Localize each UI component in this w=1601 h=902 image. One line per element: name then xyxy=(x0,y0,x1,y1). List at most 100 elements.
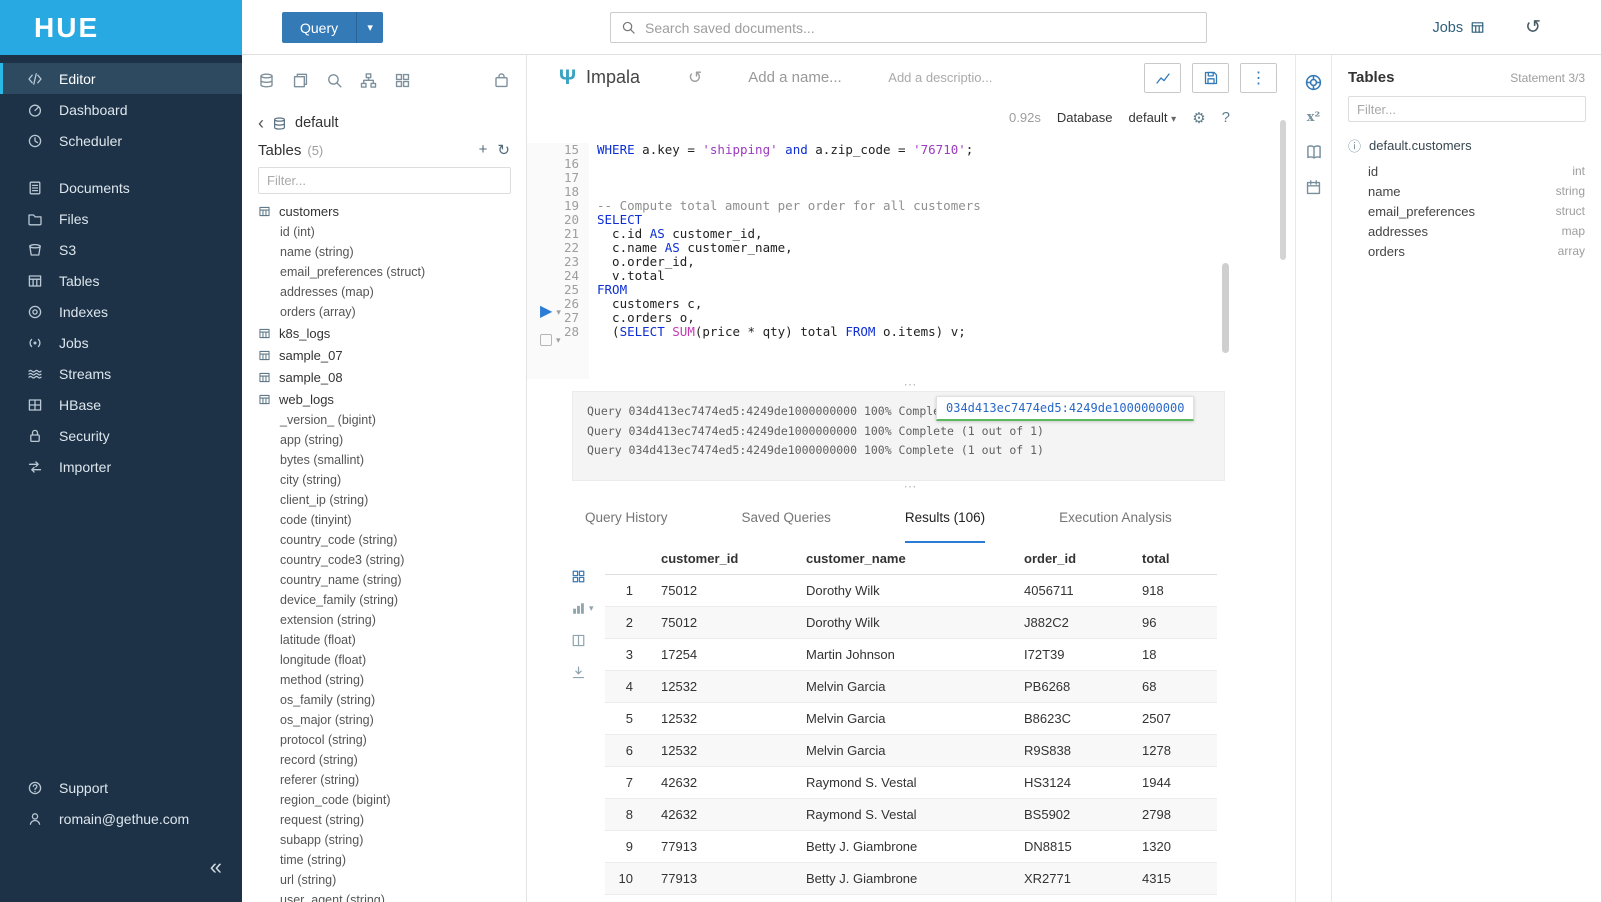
grid-view-button[interactable] xyxy=(571,569,594,584)
workflow-source-icon[interactable] xyxy=(360,72,377,89)
assist-column[interactable]: region_code (bigint) xyxy=(242,790,526,810)
results-row[interactable]: 412532Melvin GarciaPB626868 xyxy=(605,671,1217,703)
sidebar-item-hbase[interactable]: HBase xyxy=(0,389,242,420)
help-icon[interactable]: ? xyxy=(1222,109,1230,126)
query-history-icon[interactable]: ↺ xyxy=(688,68,702,88)
execute-button[interactable]: ▶ ▾ xyxy=(540,305,561,319)
results-row[interactable]: 842632Raymond S. VestalBS59022798 xyxy=(605,799,1217,831)
rp-column-addresses[interactable]: addressesmap xyxy=(1332,221,1601,241)
apps-source-icon[interactable] xyxy=(394,72,411,89)
results-row[interactable]: 175012Dorothy Wilk4056711918 xyxy=(605,575,1217,607)
quick-actions-icon[interactable] xyxy=(1304,73,1323,92)
assist-column[interactable]: longitude (float) xyxy=(242,650,526,670)
rp-column-orders[interactable]: ordersarray xyxy=(1332,241,1601,261)
chart-button[interactable] xyxy=(1144,63,1181,93)
assist-column[interactable]: _version_ (bigint) xyxy=(242,410,526,430)
sidebar-item-jobs[interactable]: Jobs xyxy=(0,327,242,358)
assist-column[interactable]: client_ip (string) xyxy=(242,490,526,510)
resize-handle-bottom[interactable]: ⋯ xyxy=(527,481,1295,493)
assist-column[interactable]: subapp (string) xyxy=(242,830,526,850)
assist-column[interactable]: method (string) xyxy=(242,670,526,690)
results-row[interactable]: 512532Melvin GarciaB8623C2507 xyxy=(605,703,1217,735)
snippet-options-button[interactable]: ▾ xyxy=(540,333,561,347)
assist-column[interactable]: device_family (string) xyxy=(242,590,526,610)
assist-table-customers[interactable]: customers xyxy=(242,200,526,222)
code-line-21[interactable]: c.id AS customer_id, xyxy=(597,227,981,241)
sidebar-item-documents[interactable]: Documents xyxy=(0,172,242,203)
assist-column[interactable]: protocol (string) xyxy=(242,730,526,750)
results-row[interactable]: 612532Melvin GarciaR9S8381278 xyxy=(605,735,1217,767)
assist-column[interactable]: url (string) xyxy=(242,870,526,890)
assist-column[interactable]: id (int) xyxy=(242,222,526,242)
rp-column-email-preferences[interactable]: email_preferencesstruct xyxy=(1332,201,1601,221)
assist-column[interactable]: country_name (string) xyxy=(242,570,526,590)
save-button[interactable] xyxy=(1192,63,1229,93)
functions-icon[interactable]: x² xyxy=(1307,110,1320,125)
query-description-input[interactable] xyxy=(888,70,1008,85)
rp-column-name[interactable]: namestring xyxy=(1332,181,1601,201)
code-editor[interactable]: 1516171819202122232425262728 WHERE a.key… xyxy=(527,135,1295,379)
assist-column[interactable]: email_preferences (struct) xyxy=(242,262,526,282)
columns-view-button[interactable] xyxy=(571,633,594,648)
query-dropdown-caret[interactable]: ▾ xyxy=(356,12,383,43)
results-row[interactable]: 977913Betty J. GiambroneDN88151320 xyxy=(605,831,1217,863)
assist-column[interactable]: user_agent (string) xyxy=(242,890,526,902)
assist-column[interactable]: country_code (string) xyxy=(242,530,526,550)
assist-filter-input[interactable] xyxy=(258,167,511,194)
sidebar-item-streams[interactable]: Streams xyxy=(0,358,242,389)
assist-column[interactable]: time (string) xyxy=(242,850,526,870)
results-col-customer-name[interactable]: customer_name xyxy=(794,543,1012,575)
refresh-tables-icon[interactable]: ↻ xyxy=(497,141,510,159)
code-line-28[interactable]: (SELECT SUM(price * qty) total FROM o.it… xyxy=(597,325,981,339)
code-line-23[interactable]: o.order_id, xyxy=(597,255,981,269)
tab-execution-analysis[interactable]: Execution Analysis xyxy=(1059,493,1172,543)
assist-column[interactable]: code (tinyint) xyxy=(242,510,526,530)
results-row[interactable]: 275012Dorothy WilkJ882C296 xyxy=(605,607,1217,639)
results-col-customer-id[interactable]: customer_id xyxy=(649,543,794,575)
search-input[interactable] xyxy=(645,20,1196,36)
sidebar-item-editor[interactable]: Editor xyxy=(0,63,242,94)
assist-column[interactable]: os_family (string) xyxy=(242,690,526,710)
editor-scrollbar[interactable] xyxy=(1222,263,1229,353)
rp-column-id[interactable]: idint xyxy=(1332,161,1601,181)
query-name-input[interactable] xyxy=(748,69,852,86)
search-source-icon[interactable] xyxy=(326,72,343,89)
assist-column[interactable]: orders (array) xyxy=(242,302,526,322)
sidebar-item-files[interactable]: Files xyxy=(0,203,242,234)
assist-column[interactable]: country_code3 (string) xyxy=(242,550,526,570)
sidebar-item-security[interactable]: Security xyxy=(0,420,242,451)
code-line-24[interactable]: v.total xyxy=(597,269,981,283)
assist-column[interactable]: city (string) xyxy=(242,470,526,490)
add-table-icon[interactable]: + xyxy=(479,141,488,159)
language-reference-icon[interactable] xyxy=(1305,143,1323,161)
code-line-26[interactable]: customers c, xyxy=(597,297,981,311)
assist-column[interactable]: latitude (float) xyxy=(242,630,526,650)
results-row[interactable]: 1077913Betty J. GiambroneXR27714315 xyxy=(605,863,1217,895)
sidebar-item-user[interactable]: romain@gethue.com xyxy=(0,803,242,834)
results-row[interactable]: 742632Raymond S. VestalHS31241944 xyxy=(605,767,1217,799)
jobs-link[interactable]: Jobs xyxy=(1432,20,1485,36)
code-line-22[interactable]: c.name AS customer_name, xyxy=(597,241,981,255)
code-line-17[interactable] xyxy=(597,171,981,185)
sidebar-item-s3[interactable]: S3 xyxy=(0,234,242,265)
assist-table-k8s-logs[interactable]: k8s_logs xyxy=(242,322,526,344)
assist-column[interactable]: extension (string) xyxy=(242,610,526,630)
code-line-16[interactable] xyxy=(597,157,981,171)
collapse-sidebar-icon[interactable]: « xyxy=(210,854,222,880)
code-line-20[interactable]: SELECT xyxy=(597,213,981,227)
assist-column[interactable]: addresses (map) xyxy=(242,282,526,302)
sidebar-item-indexes[interactable]: Indexes xyxy=(0,296,242,327)
bag-source-icon[interactable] xyxy=(493,72,510,89)
gear-icon[interactable]: ⚙ xyxy=(1192,109,1205,127)
assist-table-sample-08[interactable]: sample_08 xyxy=(242,366,526,388)
hue-logo[interactable]: HUE xyxy=(0,0,242,55)
results-col-order-id[interactable]: order_id xyxy=(1012,543,1130,575)
tab-query-history[interactable]: Query History xyxy=(585,493,668,543)
code-line-25[interactable]: FROM xyxy=(597,283,981,297)
assist-table-sample-07[interactable]: sample_07 xyxy=(242,344,526,366)
code-line-27[interactable]: c.orders o, xyxy=(597,311,981,325)
documents-source-icon[interactable] xyxy=(292,72,309,89)
databases-source-icon[interactable] xyxy=(258,72,275,89)
active-table-row[interactable]: ⓘ default.customers xyxy=(1332,130,1601,161)
sidebar-item-importer[interactable]: Importer xyxy=(0,451,242,482)
